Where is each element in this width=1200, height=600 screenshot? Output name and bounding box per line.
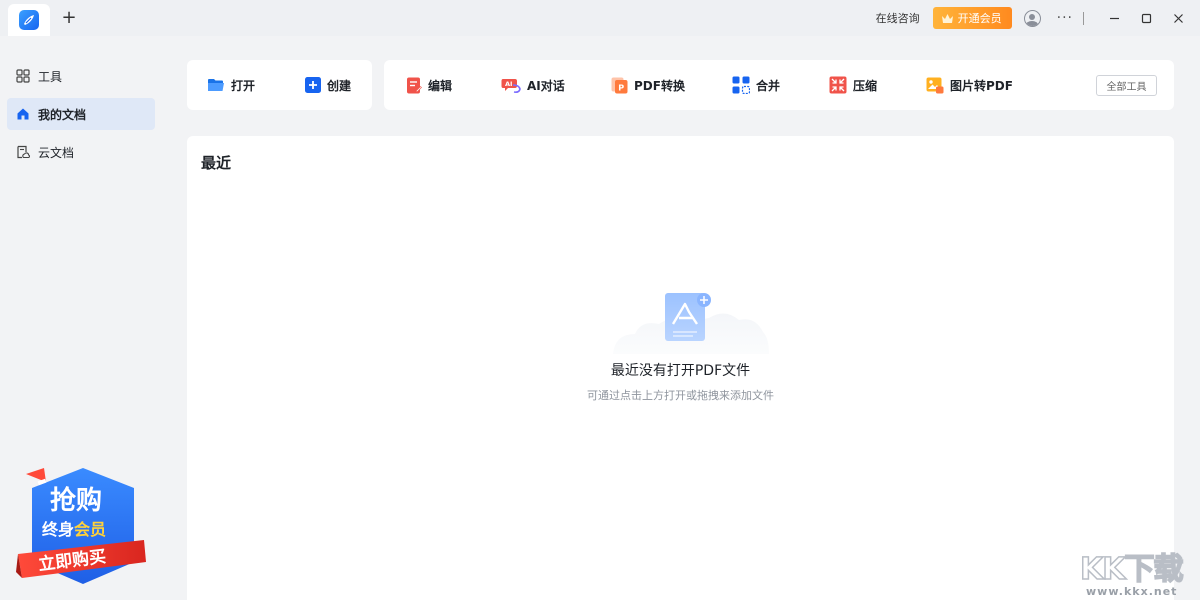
new-tab-button[interactable]: +	[58, 7, 80, 29]
app-tab[interactable]	[8, 4, 50, 36]
crown-icon	[941, 13, 953, 23]
image-to-pdf-tool-button[interactable]: 图片转PDF	[926, 60, 1013, 110]
site-watermark: KK下载 www.kkx.net	[1079, 544, 1200, 600]
promo-line-2a: 终身	[42, 520, 75, 539]
open-vip-button[interactable]: 开通会员	[932, 7, 1012, 29]
sidebar-item-label: 云文档	[38, 145, 75, 160]
promo-line-2: 终身会员	[42, 516, 106, 540]
empty-state-subtitle: 可通过点击上方打开或拖拽来添加文件	[587, 389, 774, 402]
sidebar-item-label: 工具	[38, 69, 63, 84]
open-vip-label: 开通会员	[957, 12, 1002, 25]
grid-icon	[16, 69, 30, 83]
cloud-doc-icon	[17, 145, 30, 159]
promo-line-2b: 会员	[74, 520, 107, 539]
ai-chat-label: AI对话	[527, 78, 565, 93]
ai-chat-icon: AI	[501, 78, 521, 93]
edit-label: 编辑	[428, 78, 453, 93]
sidebar-item-label: 我的文档	[38, 107, 87, 122]
ai-chat-tool-button[interactable]: AI AI对话	[501, 60, 565, 110]
compress-icon	[829, 76, 847, 94]
recent-files-panel: 最近 最近没有打开PDF文件 可通过点击上方打开或拖拽来添加文件	[187, 136, 1174, 600]
image-to-pdf-label: 图片转PDF	[950, 78, 1013, 93]
svg-text:AI: AI	[505, 80, 512, 88]
open-label: 打开	[231, 78, 256, 93]
watermark-logo-text: KK下载	[1079, 551, 1184, 588]
sidebar-item-my-docs[interactable]: 我的文档	[7, 98, 155, 130]
tools-bar: 编辑 AI AI对话 P PDF转换 合并 压缩 图片转PDF 全部工具	[384, 60, 1174, 110]
title-bar: + 在线咨询 开通会员 ···	[0, 0, 1200, 36]
compress-tool-button[interactable]: 压缩	[829, 60, 877, 110]
empty-state-title: 最近没有打开PDF文件	[610, 363, 751, 379]
titlebar-actions: 在线咨询 开通会员 ···	[876, 0, 1200, 36]
maximize-icon	[1141, 13, 1151, 23]
titlebar-divider	[1083, 11, 1084, 25]
maximize-button[interactable]	[1130, 0, 1162, 36]
home-icon	[17, 108, 29, 120]
create-label: 创建	[327, 78, 352, 93]
sidebar-item-tools[interactable]: 工具	[7, 60, 155, 92]
merge-tool-button[interactable]: 合并	[732, 60, 780, 110]
folder-open-icon	[208, 79, 224, 91]
edit-tool-button[interactable]: 编辑	[406, 60, 452, 110]
watermark-url: www.kkx.net	[1086, 585, 1178, 598]
close-button[interactable]	[1162, 0, 1194, 36]
sidebar: 工具 我的文档 云文档 抢购 终身会员 立即购买	[0, 36, 162, 600]
image-to-pdf-icon	[926, 77, 944, 93]
more-menu-icon[interactable]: ···	[1057, 10, 1073, 26]
online-consult-link[interactable]: 在线咨询	[876, 10, 920, 26]
close-icon	[1173, 13, 1183, 23]
lifetime-vip-promo[interactable]: 抢购 终身会员 立即购买	[16, 466, 150, 588]
pdf-convert-label: PDF转换	[634, 78, 685, 93]
promo-line-1: 抢购	[50, 486, 103, 516]
edit-doc-icon	[407, 77, 422, 93]
minimize-icon	[1109, 17, 1119, 19]
empty-pdf-illustration-icon	[613, 293, 769, 354]
user-avatar-icon[interactable]	[1023, 9, 1041, 27]
file-actions-bar: 打开 创建	[187, 60, 372, 110]
open-button[interactable]: 打开	[207, 60, 255, 110]
svg-text:P: P	[618, 83, 624, 92]
pdf-convert-tool-button[interactable]: P PDF转换	[611, 60, 685, 110]
compress-label: 压缩	[853, 78, 878, 93]
minimize-button[interactable]	[1098, 0, 1130, 36]
recent-title: 最近	[201, 154, 232, 172]
app-logo-icon	[19, 10, 39, 30]
sidebar-item-cloud-docs[interactable]: 云文档	[7, 136, 155, 168]
all-tools-button[interactable]: 全部工具	[1096, 75, 1157, 96]
merge-icon	[732, 76, 750, 94]
merge-label: 合并	[756, 78, 781, 93]
create-button[interactable]: 创建	[305, 60, 351, 110]
pdf-convert-icon: P	[611, 77, 628, 93]
plus-box-icon	[305, 77, 321, 93]
